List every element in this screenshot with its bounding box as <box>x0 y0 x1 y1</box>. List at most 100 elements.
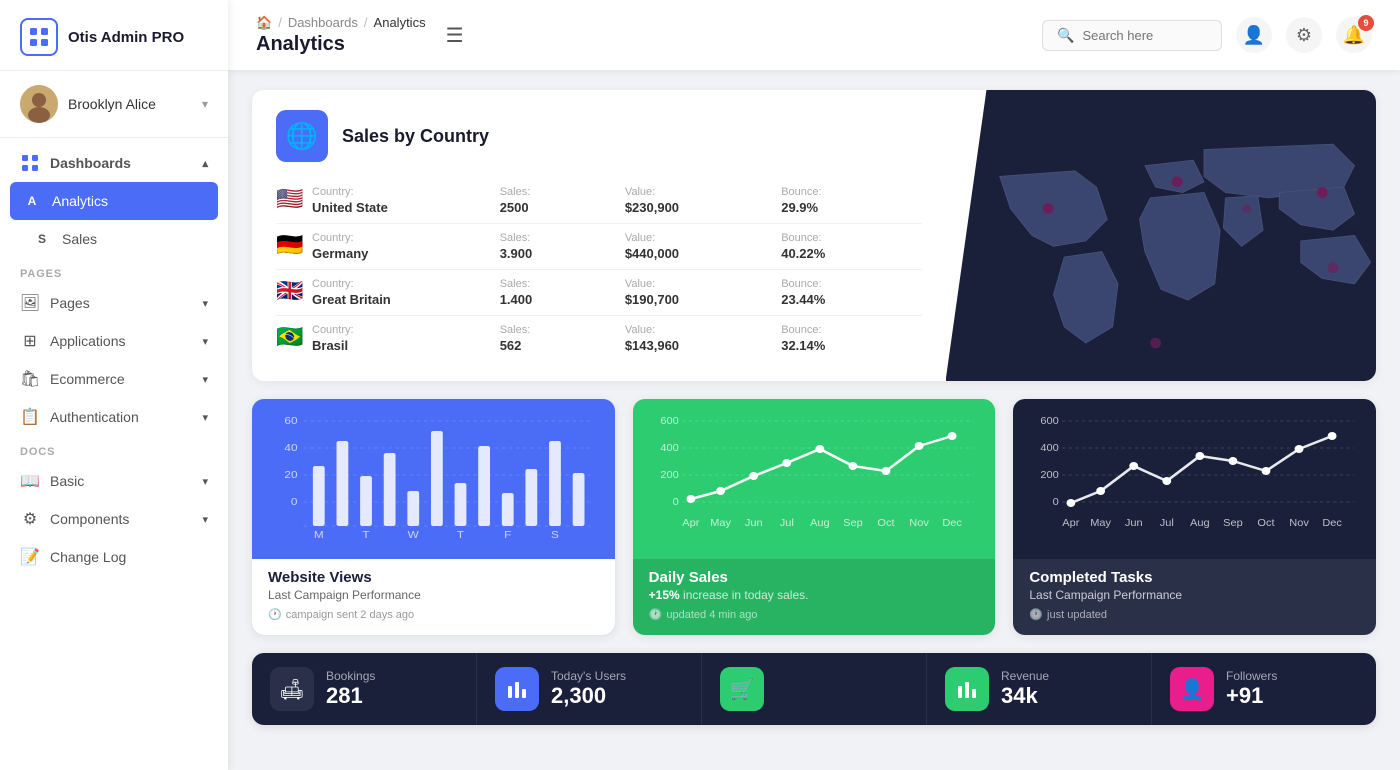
sales-by-country-card: 🌐 Sales by Country 🇺🇸 Country: United St… <box>252 90 1376 381</box>
clock-icon-2: 🕐 <box>649 608 663 621</box>
dashboards-label: Dashboards <box>50 155 131 171</box>
completed-tasks-time: 🕐 just updated <box>1029 608 1360 621</box>
country-name: Germany <box>312 246 500 261</box>
basic-label: Basic <box>50 473 84 489</box>
svg-text:40: 40 <box>284 443 297 454</box>
sidebar-item-pages[interactable]: 🖼 Pages ▾ <box>0 284 228 322</box>
sidebar-item-analytics[interactable]: A Analytics <box>10 182 218 220</box>
applications-chevron-icon: ▾ <box>202 335 208 348</box>
stat-today-users: Today's Users 2,300 <box>477 653 702 725</box>
bounce-value: 23.44% <box>781 292 922 307</box>
basic-chevron-icon: ▾ <box>202 475 208 488</box>
today-users-info: Today's Users 2,300 <box>551 669 626 709</box>
website-views-footer: Website Views Last Campaign Performance … <box>252 559 615 635</box>
search-box[interactable]: 🔍 <box>1042 20 1222 51</box>
breadcrumb-dashboards[interactable]: Dashboards <box>288 15 358 30</box>
daily-sales-title: Daily Sales <box>649 569 980 586</box>
docs-section-label: DOCS <box>0 436 228 462</box>
svg-text:600: 600 <box>1041 415 1060 426</box>
user-profile-button[interactable]: 👤 <box>1236 17 1272 53</box>
value-info: Value: $190,700 <box>625 270 781 316</box>
search-icon: 🔍 <box>1057 27 1074 44</box>
sales-label: Sales: <box>500 324 625 336</box>
world-map-svg <box>946 90 1376 381</box>
svg-text:S: S <box>551 530 559 541</box>
country-name: Great Britain <box>312 292 500 307</box>
avatar <box>20 85 58 123</box>
country-info: Country: United State <box>312 178 500 224</box>
settings-button[interactable]: ⚙ <box>1286 17 1322 53</box>
svg-text:Jun: Jun <box>1125 517 1143 528</box>
stat-bookings: 🛋 Bookings 281 <box>252 653 477 725</box>
page-title-section: 🏠 / Dashboards / Analytics Analytics <box>256 15 426 56</box>
website-views-subtitle: Last Campaign Performance <box>268 588 599 602</box>
main-content: 🏠 / Dashboards / Analytics Analytics ☰ 🔍… <box>228 0 1400 770</box>
home-icon: 🏠 <box>256 15 272 31</box>
authentication-chevron-icon: ▾ <box>202 411 208 424</box>
today-users-label: Today's Users <box>551 669 626 683</box>
globe-icon: 🌐 <box>276 110 328 162</box>
followers-value: +91 <box>1226 683 1277 709</box>
followers-label: Followers <box>1226 669 1277 683</box>
sales-title: Sales by Country <box>342 126 489 147</box>
charts-row: 60 40 20 0 <box>252 399 1376 635</box>
sales-label: Sales: <box>500 278 625 290</box>
dashboards-icon <box>20 153 40 173</box>
bounce-value: 32.14% <box>781 338 922 353</box>
value-label: Value: <box>625 278 781 290</box>
country-table-row: 🇺🇸 Country: United State Sales: 2500 Val… <box>276 178 922 224</box>
revenue-info: Revenue 34k <box>1001 669 1049 709</box>
sidebar-item-applications[interactable]: ⊞ Applications ▾ <box>0 322 228 360</box>
stats-row: 🛋 Bookings 281 Today's Users 2,300 <box>252 653 1376 725</box>
sidebar-item-sales[interactable]: S Sales <box>0 220 228 258</box>
completed-tasks-chart-area: 600 400 200 0 <box>1013 399 1376 559</box>
value-label: Value: <box>625 186 781 198</box>
sidebar-item-ecommerce[interactable]: 🛍 Ecommerce ▾ <box>0 360 228 398</box>
sidebar-item-authentication[interactable]: 📋 Authentication ▾ <box>0 398 228 436</box>
stat-store: 🛒 <box>702 653 927 725</box>
daily-sales-chart: 600 400 200 0 <box>649 411 980 541</box>
topbar: 🏠 / Dashboards / Analytics Analytics ☰ 🔍… <box>228 0 1400 70</box>
bounce-label: Bounce: <box>781 232 922 244</box>
svg-text:May: May <box>710 517 732 528</box>
sales-info: Sales: 1.400 <box>500 270 625 316</box>
revenue-value: 34k <box>1001 683 1049 709</box>
country-label: Country: <box>312 232 500 244</box>
changelog-label: Change Log <box>50 549 126 565</box>
bounce-label: Bounce: <box>781 278 922 290</box>
changelog-icon: 📝 <box>20 547 40 567</box>
value-value: $143,960 <box>625 338 781 353</box>
page-title: Analytics <box>256 33 426 56</box>
svg-text:400: 400 <box>1041 442 1060 453</box>
svg-text:Sep: Sep <box>843 517 863 528</box>
value-label: Value: <box>625 324 781 336</box>
svg-text:T: T <box>362 530 370 541</box>
bookings-label: Bookings <box>326 669 375 683</box>
country-flag: 🇬🇧 <box>276 278 303 303</box>
components-label: Components <box>50 511 129 527</box>
user-section[interactable]: Brooklyn Alice ▾ <box>0 71 228 138</box>
sidebar-item-components[interactable]: ⚙ Components ▾ <box>0 500 228 538</box>
svg-text:Oct: Oct <box>877 517 894 528</box>
website-views-title: Website Views <box>268 569 599 586</box>
bounce-info: Bounce: 29.9% <box>781 178 922 224</box>
completed-tasks-title: Completed Tasks <box>1029 569 1360 586</box>
basic-icon: 📖 <box>20 471 40 491</box>
today-users-icon <box>495 667 539 711</box>
ecommerce-icon: 🛍 <box>20 369 40 389</box>
sidebar-item-basic[interactable]: 📖 Basic ▾ <box>0 462 228 500</box>
stat-revenue: Revenue 34k <box>927 653 1152 725</box>
svg-text:200: 200 <box>1041 469 1060 480</box>
completed-tasks-card: 600 400 200 0 <box>1013 399 1376 635</box>
hamburger-icon[interactable]: ☰ <box>446 23 464 48</box>
notifications-button[interactable]: 🔔 9 <box>1336 17 1372 53</box>
applications-icon: ⊞ <box>20 331 40 351</box>
analytics-letter: A <box>22 191 42 211</box>
user-name: Brooklyn Alice <box>68 96 202 112</box>
store-icon: 🛒 <box>720 667 764 711</box>
sales-info: Sales: 2500 <box>500 178 625 224</box>
sidebar-item-dashboards[interactable]: Dashboards ▴ <box>0 144 228 182</box>
sidebar-item-changelog[interactable]: 📝 Change Log <box>0 538 228 576</box>
country-label: Country: <box>312 278 500 290</box>
search-input[interactable] <box>1082 28 1207 43</box>
